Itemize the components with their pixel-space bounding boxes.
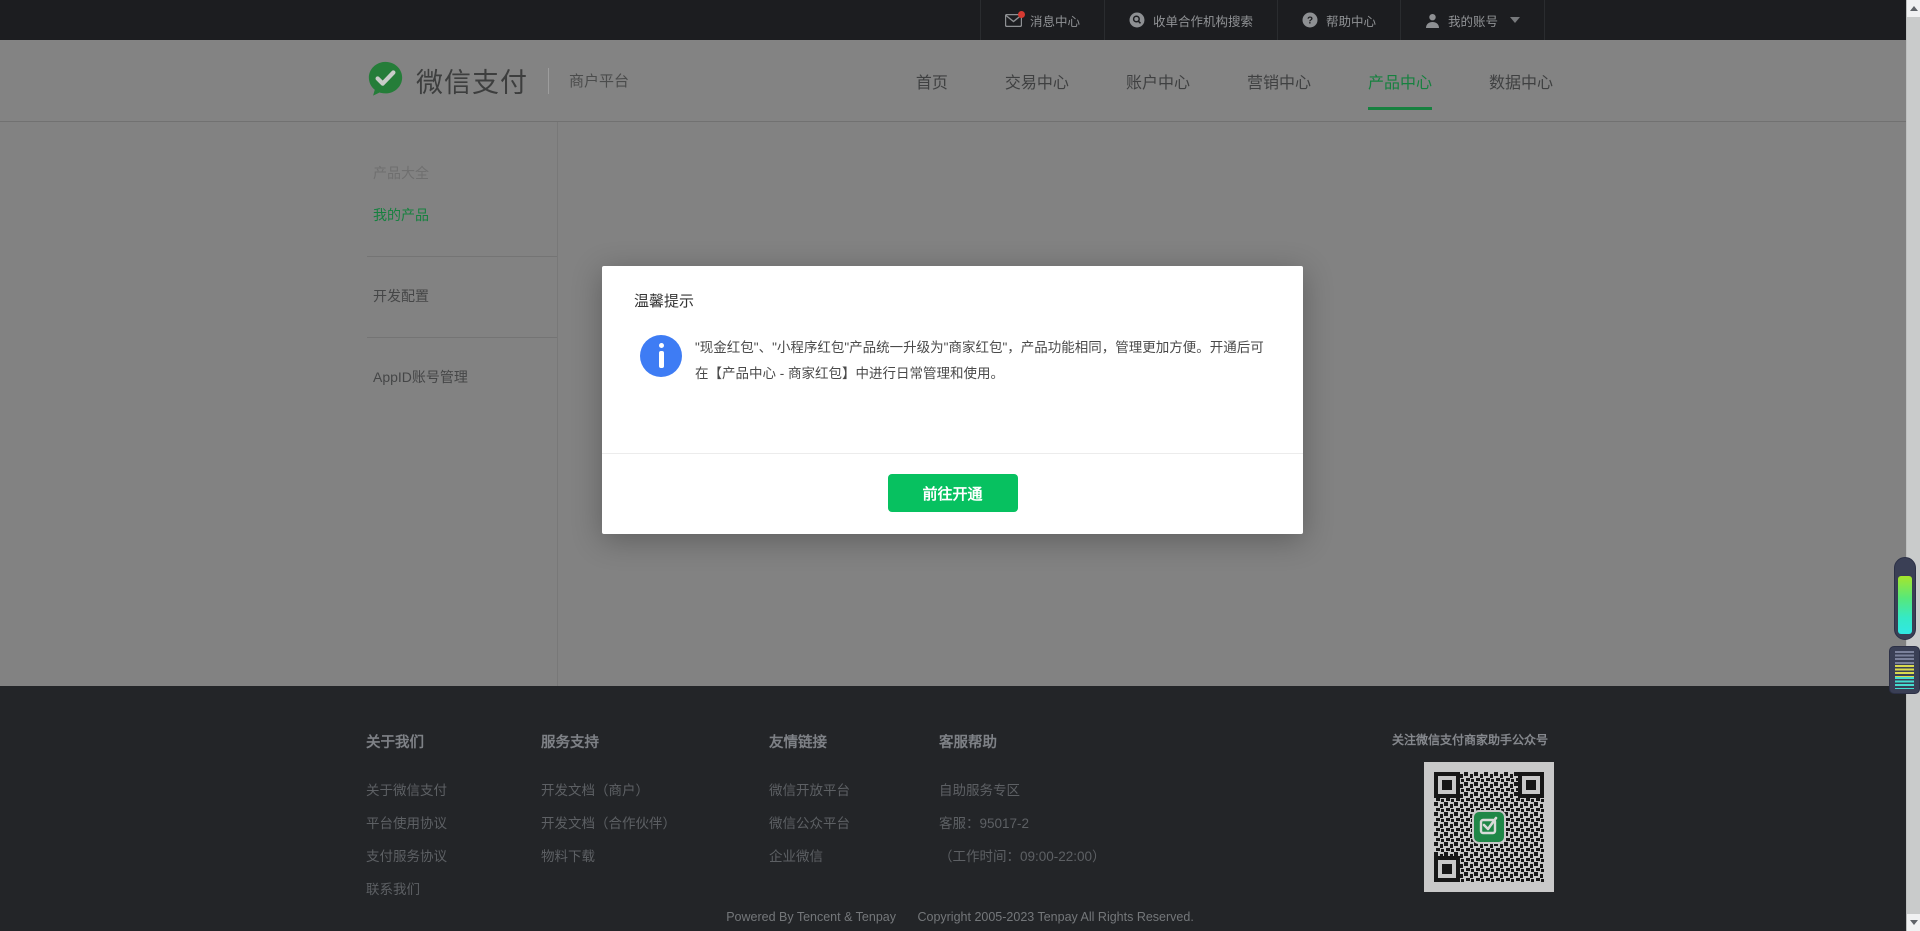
topbar-item-label: 帮助中心	[1326, 11, 1376, 30]
help-icon: ?	[1302, 12, 1318, 28]
stripes-cyan	[1895, 677, 1914, 689]
footer-col-service: 客服帮助 自助服务专区 客服：95017-2 （工作时间：09:00-22:00…	[939, 731, 1239, 911]
sidebar-group-appid: AppID账号管理	[367, 337, 557, 418]
sidebar: 产品大全 我的产品 开发配置 AppID账号管理	[367, 122, 558, 686]
footer-col-title: 服务支持	[541, 731, 769, 752]
qr-center-logo-icon	[1473, 811, 1505, 843]
brand-name: 微信支付	[416, 61, 528, 100]
search-icon	[1129, 12, 1145, 28]
sidebar-group-products: 产品大全 我的产品	[367, 152, 557, 256]
brand-divider	[548, 68, 549, 94]
main-nav: 首页 交易中心 账户中心 营销中心 产品中心 数据中心	[916, 69, 1553, 93]
stripes-gray	[1895, 651, 1914, 665]
scrollbar-down-arrow[interactable]	[1907, 914, 1920, 931]
wechat-pay-merchant-page: { "topbar": { "items": [ { "label": "消息中…	[0, 0, 1920, 931]
topbar-item-account[interactable]: 我的账号	[1400, 0, 1545, 40]
footer-col-support: 服务支持 开发文档（商户） 开发文档（合作伙伴） 物料下载	[541, 731, 769, 911]
wechat-pay-logo-icon	[367, 60, 404, 102]
footer-col-about: 关于我们 关于微信支付 平台使用协议 支付服务协议 联系我们	[366, 731, 541, 911]
footer-link-wechat-open-platform[interactable]: 微信开放平台	[769, 779, 939, 799]
footer-link-contact-us[interactable]: 联系我们	[366, 878, 541, 898]
qr-code	[1424, 762, 1554, 892]
powered-by-text: Powered By Tencent & Tenpay	[726, 910, 896, 924]
header: 微信支付 商户平台 首页 交易中心 账户中心 营销中心 产品中心 数据中心	[0, 40, 1920, 122]
footer-col-friend-links: 友情链接 微信开放平台 微信公众平台 企业微信	[769, 731, 939, 911]
info-icon	[640, 335, 682, 377]
scroll-gradient-widget[interactable]	[1894, 557, 1916, 640]
footer-link-payment-agreement[interactable]: 支付服务协议	[366, 845, 541, 865]
nav-item-account-center[interactable]: 账户中心	[1126, 69, 1190, 93]
stripes-yellow	[1895, 665, 1914, 678]
topbar-item-acquirer-search[interactable]: 收单合作机构搜索	[1104, 0, 1277, 40]
sidebar-item-dev-config[interactable]: 开发配置	[373, 275, 557, 317]
modal-body: "现金红包"、"小程序红包"产品统一升级为"商家红包"，产品功能相同，管理更加方…	[602, 311, 1303, 387]
footer-service-phone: 客服：95017-2	[939, 812, 1239, 832]
mail-icon	[1005, 14, 1022, 27]
copyright-text: Copyright 2005-2023 Tenpay All Rights Re…	[917, 910, 1193, 924]
sidebar-group-dev-config: 开发配置	[367, 256, 557, 337]
modal-title: 温馨提示	[602, 266, 1303, 311]
topbar-item-label: 消息中心	[1030, 11, 1080, 30]
nav-item-data-center[interactable]: 数据中心	[1489, 69, 1553, 93]
footer: 关于我们 关于微信支付 平台使用协议 支付服务协议 联系我们 服务支持 开发文档…	[0, 686, 1920, 931]
arrow-up-icon	[1910, 6, 1918, 11]
modal-footer: 前往开通	[602, 454, 1303, 512]
sidebar-item-appid-management[interactable]: AppID账号管理	[373, 356, 557, 398]
topbar-item-help[interactable]: ? 帮助中心	[1277, 0, 1400, 40]
arrow-down-icon	[1910, 920, 1918, 925]
brand[interactable]: 微信支付	[367, 60, 528, 102]
footer-link-material-download[interactable]: 物料下载	[541, 845, 769, 865]
topbar: 消息中心 收单合作机构搜索 ? 帮助中心 我的账号	[0, 0, 1920, 40]
scroll-stripes-widget[interactable]	[1889, 646, 1920, 694]
svg-text:?: ?	[1307, 16, 1313, 27]
go-activate-button[interactable]: 前往开通	[888, 474, 1018, 512]
sidebar-item-all-products[interactable]: 产品大全	[373, 152, 557, 194]
footer-link-dev-docs-partner[interactable]: 开发文档（合作伙伴）	[541, 812, 769, 832]
footer-col-title: 客服帮助	[939, 731, 1239, 752]
topbar-item-label: 收单合作机构搜索	[1153, 11, 1253, 30]
notice-modal: 温馨提示 "现金红包"、"小程序红包"产品统一升级为"商家红包"，产品功能相同，…	[602, 266, 1303, 534]
nav-item-marketing-center[interactable]: 营销中心	[1247, 69, 1311, 93]
footer-link-about-wechat-pay[interactable]: 关于微信支付	[366, 779, 541, 799]
scrollbar[interactable]	[1906, 0, 1920, 931]
footer-link-self-service[interactable]: 自助服务专区	[939, 779, 1239, 799]
active-nav-underline	[1368, 107, 1432, 110]
user-icon	[1425, 13, 1440, 28]
qr-label: 关注微信支付商家助手公众号	[1392, 731, 1554, 748]
footer-link-dev-docs-merchant[interactable]: 开发文档（商户）	[541, 779, 769, 799]
modal-message: "现金红包"、"小程序红包"产品统一升级为"商家红包"，产品功能相同，管理更加方…	[695, 335, 1267, 387]
platform-name: 商户平台	[569, 70, 629, 91]
topbar-item-label: 我的账号	[1448, 11, 1498, 30]
nav-item-home[interactable]: 首页	[916, 69, 948, 93]
nav-item-transaction-center[interactable]: 交易中心	[1005, 69, 1069, 93]
scrollbar-up-arrow[interactable]	[1907, 0, 1920, 17]
nav-item-product-center[interactable]: 产品中心	[1368, 69, 1432, 93]
topbar-item-messages[interactable]: 消息中心	[980, 0, 1104, 40]
footer-link-platform-agreement[interactable]: 平台使用协议	[366, 812, 541, 832]
unread-badge-dot	[1018, 11, 1025, 18]
footer-col-title: 友情链接	[769, 731, 939, 752]
footer-link-wechat-official-platform[interactable]: 微信公众平台	[769, 812, 939, 832]
copyright-bar: Powered By Tencent & Tenpay Copyright 20…	[0, 910, 1920, 924]
footer-service-hours: （工作时间：09:00-22:00）	[939, 845, 1239, 865]
chevron-down-icon	[1510, 17, 1520, 23]
qr-block: 关注微信支付商家助手公众号	[1424, 731, 1554, 911]
sidebar-item-my-products[interactable]: 我的产品	[373, 194, 557, 236]
footer-link-wecom[interactable]: 企业微信	[769, 845, 939, 865]
footer-col-title: 关于我们	[366, 731, 541, 752]
gradient-bar	[1898, 576, 1912, 634]
